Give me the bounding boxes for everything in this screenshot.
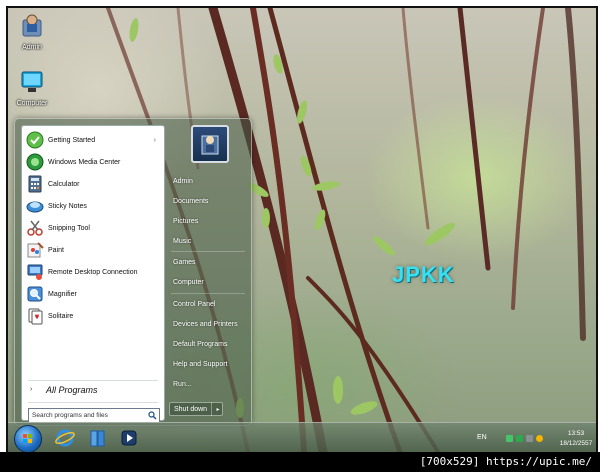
clock-time: 13:53 [567,430,585,437]
taskbar-internet-explorer[interactable] [52,426,78,450]
all-programs-button[interactable]: › All Programs [28,385,158,399]
user-folder-icon [22,14,42,37]
taskbar-clock[interactable]: 13:53 18/12/2557 [556,429,596,449]
start-link-music[interactable]: Music [173,238,191,245]
taskbar-media-player[interactable] [116,426,142,450]
program-sticky-notes[interactable]: Sticky Notes [26,196,160,216]
media-player-icon [121,430,137,446]
language-indicator[interactable]: EN [477,434,487,441]
program-label: Remote Desktop Connection [48,268,138,276]
program-label: Snipping Tool [48,224,90,232]
start-button[interactable] [14,425,42,452]
start-link-run[interactable]: Run... [173,381,192,388]
program-snipping-tool[interactable]: Snipping Tool [26,218,160,238]
taskbar-file-explorer[interactable] [84,426,110,450]
shutdown-options-arrow-icon[interactable]: ▸ [211,402,224,416]
program-calculator[interactable]: Calculator [26,174,160,194]
divider [171,251,245,252]
tray-flag-icon[interactable] [516,435,523,442]
program-remote-desktop-connection[interactable]: Remote Desktop Connection [26,262,160,282]
program-solitaire[interactable]: Solitaire [26,306,160,326]
tray-power-icon[interactable] [536,435,543,442]
scissors-icon [27,220,43,236]
program-getting-started[interactable]: Getting Started › [26,130,160,150]
computer-icon [21,71,43,92]
desktop-icon-label: Admin [22,44,42,51]
divider [28,380,158,381]
windows-logo-icon [23,434,32,443]
clock-date: 18/12/2557 [559,440,593,447]
start-link-computer[interactable]: Computer [173,279,204,286]
program-magnifier[interactable]: Magnifier [26,284,160,304]
tray-volume-icon[interactable] [526,435,533,442]
file-explorer-icon [90,430,105,447]
start-link-control-panel[interactable]: Control Panel [173,301,215,308]
divider [171,293,245,294]
solitaire-icon [28,308,43,325]
start-link-default-programs[interactable]: Default Programs [173,341,227,348]
start-link-help-and-support[interactable]: Help and Support [173,361,227,368]
program-label: Magnifier [48,290,77,298]
program-label: Solitaire [48,312,74,320]
start-link-pictures[interactable]: Pictures [173,218,198,225]
start-menu-programs-pane: Getting Started › Windows Media Center C… [21,125,165,423]
avatar-icon [201,135,219,155]
submenu-arrow-icon: › [153,136,156,144]
sticky-notes-icon [26,201,44,213]
all-programs-label: All Programs [46,385,98,395]
desktop: Admin Computer JPKK Getting Started › Wi… [6,6,598,454]
desktop-icon-label: Computer [16,100,48,107]
image-caption-bar: [700x529] https://upic.me/ [0,452,600,472]
getting-started-icon [26,131,44,149]
program-windows-media-center[interactable]: Windows Media Center [26,152,160,172]
desktop-icon-admin[interactable]: Admin [8,12,56,51]
start-link-games[interactable]: Games [173,259,196,266]
taskbar: EN 13:53 18/12/2557 [8,422,596,452]
program-label: Calculator [48,180,80,188]
search-input[interactable]: Search programs and files [28,408,160,423]
magnifier-icon [27,286,43,302]
start-link-admin[interactable]: Admin [173,178,193,185]
chevron-right-icon: › [30,386,33,393]
start-menu: Getting Started › Windows Media Center C… [14,118,252,426]
program-label: Sticky Notes [48,202,87,210]
internet-explorer-icon [55,429,75,447]
start-link-devices-and-printers[interactable]: Devices and Printers [173,321,238,328]
program-label: Windows Media Center [48,158,121,166]
program-paint[interactable]: Paint [26,240,160,260]
tray-network-icon[interactable] [506,435,513,442]
remote-desktop-icon [27,264,43,280]
image-caption-text: [700x529] https://upic.me/ [419,455,592,468]
calculator-icon [28,175,42,193]
program-label: Paint [48,246,64,254]
divider [28,402,158,403]
watermark-text: JPKK [392,262,455,287]
search-icon[interactable] [146,409,159,422]
start-link-documents[interactable]: Documents [173,198,208,205]
user-avatar[interactable] [191,125,229,163]
search-placeholder: Search programs and files [32,412,108,419]
paint-icon [27,242,44,258]
program-label: Getting Started [48,136,96,144]
shutdown-label: Shut down [174,405,208,413]
desktop-icon-computer[interactable]: Computer [8,70,56,107]
media-center-icon [26,153,44,171]
